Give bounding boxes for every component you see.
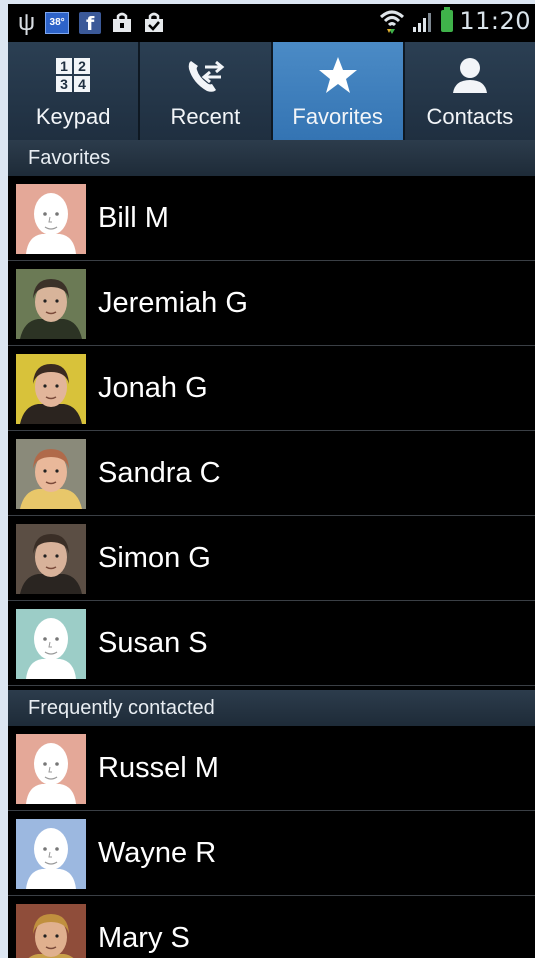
star-icon bbox=[273, 54, 403, 96]
shopping-bag-icon bbox=[111, 12, 133, 34]
avatar[interactable] bbox=[16, 819, 86, 889]
tab-keypad[interactable]: 1 2 3 4 Keypad bbox=[8, 42, 141, 140]
keypad-digit: 1 bbox=[60, 58, 68, 74]
section-header-frequent: Frequently contacted bbox=[8, 690, 535, 726]
contact-name: Susan S bbox=[98, 627, 208, 659]
keypad-digit: 4 bbox=[78, 76, 86, 92]
weather-icon: 38° bbox=[45, 12, 70, 34]
contact-row[interactable]: Russel M bbox=[8, 726, 535, 811]
section-header-favorites: Favorites bbox=[8, 140, 535, 176]
tab-favorites[interactable]: Favorites bbox=[272, 42, 405, 140]
keypad-icon: 1 2 3 4 bbox=[8, 54, 138, 96]
contact-row[interactable]: Mary S bbox=[8, 896, 535, 958]
avatar[interactable] bbox=[16, 609, 86, 679]
contact-row[interactable]: Wayne R bbox=[8, 811, 535, 896]
recent-calls-icon bbox=[140, 54, 270, 96]
facebook-icon: f bbox=[79, 12, 102, 35]
keypad-digit: 3 bbox=[60, 76, 68, 92]
contact-row[interactable]: Susan S bbox=[8, 601, 535, 686]
contact-row[interactable]: Bill M bbox=[8, 176, 535, 261]
contact-name: Russel M bbox=[98, 752, 219, 784]
contact-row[interactable]: Jeremiah G bbox=[8, 261, 535, 346]
keypad-digit: 2 bbox=[78, 58, 86, 74]
contact-row[interactable]: Simon G bbox=[8, 516, 535, 601]
contact-row[interactable]: Sandra C bbox=[8, 431, 535, 516]
tab-bar: 1 2 3 4 Keypad Recent Favorites Contacts bbox=[8, 42, 535, 140]
avatar[interactable] bbox=[16, 904, 86, 958]
tab-recent[interactable]: Recent bbox=[140, 42, 273, 140]
usb-icon: ψ bbox=[18, 9, 36, 36]
avatar[interactable] bbox=[16, 734, 86, 804]
avatar[interactable] bbox=[16, 184, 86, 254]
contact-row[interactable]: Jonah G bbox=[8, 346, 535, 431]
tab-label: Recent bbox=[170, 104, 241, 129]
status-bar: ψ 38° f 11:20 bbox=[8, 4, 535, 42]
phone-screen: ψ 38° f 11:20 1 2 3 4 Keypad Recent Favo… bbox=[8, 4, 535, 958]
wifi-icon bbox=[379, 8, 405, 34]
avatar[interactable] bbox=[16, 354, 86, 424]
avatar[interactable] bbox=[16, 269, 86, 339]
person-icon bbox=[405, 54, 535, 96]
clock: 11:20 bbox=[459, 7, 531, 35]
contact-name: Bill M bbox=[98, 202, 169, 234]
tab-label: Keypad bbox=[35, 104, 111, 129]
battery-charging-icon bbox=[441, 7, 454, 32]
contact-name: Mary S bbox=[98, 922, 190, 954]
contact-name: Jeremiah G bbox=[98, 287, 248, 319]
contact-name: Wayne R bbox=[98, 837, 217, 869]
avatar[interactable] bbox=[16, 439, 86, 509]
contact-name: Sandra C bbox=[98, 457, 221, 489]
tab-label: Favorites bbox=[292, 104, 383, 129]
signal-icon bbox=[411, 9, 435, 33]
contact-name: Jonah G bbox=[98, 372, 208, 404]
avatar[interactable] bbox=[16, 524, 86, 594]
checked-bag-icon bbox=[143, 12, 165, 34]
tab-contacts[interactable]: Contacts bbox=[405, 42, 535, 140]
tab-label: Contacts bbox=[426, 104, 514, 129]
contact-name: Simon G bbox=[98, 542, 211, 574]
